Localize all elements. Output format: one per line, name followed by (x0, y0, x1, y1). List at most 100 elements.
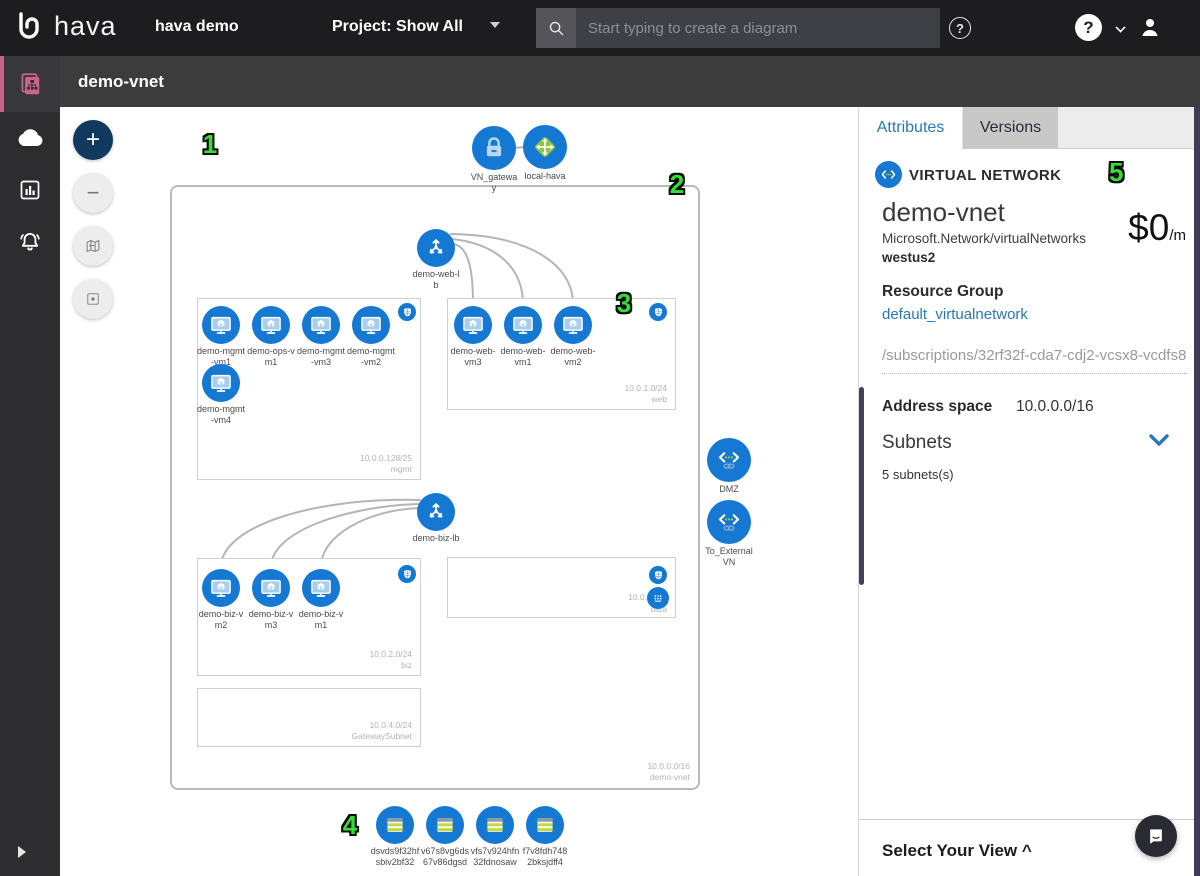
subnets-chevron-down-icon[interactable] (1148, 433, 1170, 454)
sidebar-item-environments[interactable] (0, 112, 60, 164)
top-navigation-bar: hava hava demo Project: Show All ? ? (0, 0, 1200, 56)
node-label: demo-biz-lb (401, 533, 471, 544)
resource-region: westus2 (882, 250, 935, 265)
sidebar-item-alerts[interactable] (0, 216, 60, 268)
sidebar-item-diagrams[interactable] (0, 56, 60, 112)
diagram-title: demo-vnet (78, 72, 164, 92)
subnet-gateway-name: GatewaySubnet (352, 731, 412, 742)
data-service-icon[interactable] (647, 587, 669, 609)
disk-node[interactable]: f7v8fdh748 2bksjdff4 (510, 806, 580, 868)
vnet-cidr: 10.0.0.0/16 (647, 761, 690, 772)
subnet-corner-label: 10.0.0.128/25 mgmt (360, 453, 412, 475)
address-space-value: 10.0.0.0/16 (1016, 398, 1094, 416)
left-sidebar (0, 56, 60, 876)
vm-icon (302, 306, 340, 344)
panel-tabs: Attributes Versions (859, 107, 1200, 149)
fit-map-button[interactable] (73, 226, 113, 266)
panel-scrollbar[interactable] (859, 387, 864, 585)
sidebar-item-reports[interactable] (0, 164, 60, 216)
zoom-in-button[interactable]: + (73, 120, 113, 160)
subscription-path: /subscriptions/32rf32f-cda7-cdj2-vcsx8-v… (882, 347, 1187, 374)
hava-logo[interactable]: hava (12, 8, 117, 44)
brand-name: hava (54, 11, 117, 42)
nsg-shield-icon[interactable] (649, 566, 667, 584)
annotation-5: 5 (1109, 157, 1123, 188)
vm-icon (352, 306, 390, 344)
project-selector[interactable]: Project: Show All (332, 18, 463, 36)
resource-type-label: VIRTUAL NETWORK (909, 167, 1061, 184)
center-icon (84, 290, 102, 308)
annotation-1: 1 (203, 129, 217, 160)
load-balancer-icon (417, 493, 455, 531)
resource-group-link[interactable]: default_virtualnetwork (882, 306, 1028, 323)
node-label: demo-mgmt -vm2 (336, 346, 406, 368)
web-lb-node[interactable]: demo-web-l b (401, 229, 471, 291)
vnet-corner-label: 10.0.0.0/16 demo-vnet (647, 761, 690, 783)
vnet-peering-icon (707, 438, 751, 482)
biz-lb-node[interactable]: demo-biz-lb (401, 493, 471, 544)
peering-dmz-node[interactable]: DMZ (694, 438, 764, 495)
local-hava-node[interactable]: local-hava (510, 125, 580, 182)
subnet-biz-name: biz (369, 660, 412, 671)
subnet-data[interactable]: 10.0. data (447, 557, 676, 618)
select-your-view-toggle[interactable]: Select Your View ^ (882, 841, 1032, 861)
hava-logo-icon (12, 8, 48, 44)
resource-name: demo-vnet (882, 197, 1005, 228)
tab-attributes[interactable]: Attributes (859, 107, 963, 149)
node-label: f7v8fdh748 2bksjdff4 (510, 846, 580, 868)
window-right-scrollbar[interactable] (1194, 107, 1200, 876)
bar-chart-icon (18, 178, 42, 202)
node-label: demo-biz-v m1 (286, 609, 356, 631)
vm-node[interactable]: demo-web- vm2 (538, 306, 608, 368)
local-network-gateway-icon (523, 125, 567, 169)
disk-icon (476, 806, 514, 844)
diagram-canvas[interactable]: + − 10.0.0.0/16 demo-vnet 10.0.0.128/25 … (60, 107, 858, 876)
address-space-label: Address space (882, 398, 992, 416)
nsg-shield-icon[interactable] (649, 303, 667, 321)
chat-widget-button[interactable] (1135, 815, 1177, 857)
search-bar (536, 8, 940, 48)
subnet-data-cidr: 10.0. (628, 592, 647, 602)
vm-node[interactable]: demo-mgmt -vm2 (336, 306, 406, 368)
vm-icon (202, 569, 240, 607)
vm-node[interactable]: demo-mgmt -vm4 (186, 364, 256, 426)
subnet-corner-label: 10.0.4.0/24 GatewaySubnet (352, 720, 412, 742)
subnets-section-label: Subnets (882, 432, 952, 454)
nsg-shield-icon[interactable] (398, 565, 416, 583)
cloud-icon (16, 128, 44, 148)
zoom-out-button[interactable]: − (73, 173, 113, 213)
diagram-document-icon (17, 71, 43, 97)
node-label: demo-mgmt -vm4 (186, 404, 256, 426)
project-caret-icon[interactable] (490, 22, 500, 28)
vm-icon (202, 306, 240, 344)
load-balancer-icon (417, 229, 455, 267)
vm-node[interactable]: demo-biz-v m1 (286, 569, 356, 631)
help-outline-icon[interactable]: ? (949, 17, 971, 39)
node-label: demo-web- vm2 (538, 346, 608, 368)
sidebar-expand-icon[interactable] (18, 846, 26, 858)
chat-icon (1146, 826, 1166, 846)
center-view-button[interactable] (73, 279, 113, 319)
subnet-mgmt-name: mgmt (360, 464, 412, 475)
vm-icon (202, 364, 240, 402)
vm-icon (454, 306, 492, 344)
subnet-corner-label: 10.0.2.0/24 biz (369, 649, 412, 671)
search-input[interactable] (576, 8, 940, 48)
vm-icon (302, 569, 340, 607)
search-icon[interactable] (536, 8, 576, 48)
tab-versions[interactable]: Versions (963, 107, 1058, 149)
subnet-gateway[interactable]: 10.0.4.0/24 GatewaySubnet (197, 688, 421, 747)
vm-icon (252, 569, 290, 607)
node-label: DMZ (694, 484, 764, 495)
user-menu-caret-icon[interactable] (1115, 22, 1125, 32)
user-avatar-icon[interactable] (1138, 15, 1162, 44)
help-filled-icon[interactable]: ? (1075, 14, 1102, 41)
price-unit: /m (1169, 227, 1186, 244)
subnets-count: 5 subnets(s) (882, 467, 954, 482)
peering-external-node[interactable]: To_External VN (694, 500, 764, 568)
price-tag: $0/m (1128, 207, 1186, 249)
resource-group-label: Resource Group (882, 283, 1003, 301)
disk-icon (426, 806, 464, 844)
workspace-name[interactable]: hava demo (155, 18, 239, 36)
node-label: local-hava (510, 171, 580, 182)
